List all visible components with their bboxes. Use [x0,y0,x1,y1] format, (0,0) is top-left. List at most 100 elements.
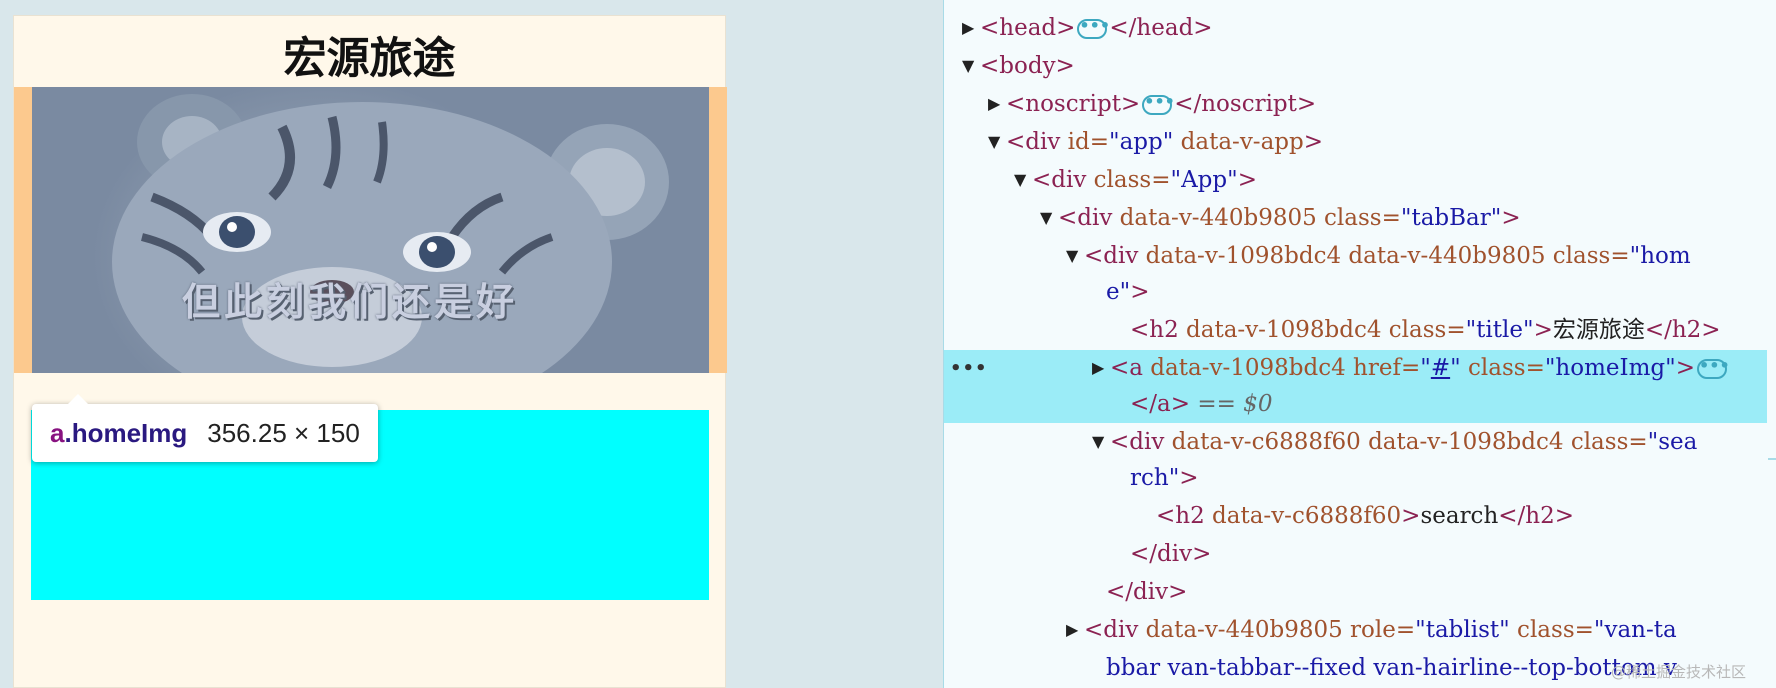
code-token: > [1237,167,1257,193]
more-options-icon[interactable]: ••• [950,358,988,379]
code-token: "title" [1465,317,1534,343]
watermark: @稀土掘金技术社区 [1610,663,1746,681]
code-token: > [1303,129,1324,155]
dom-node-div-app[interactable]: ▼ <div id="app" data-v-app> [988,124,1323,160]
code-token: data-v-1098bdc4 data-v-440b9805 class= [1145,243,1630,269]
expand-ellipsis-icon[interactable]: ••• [1077,18,1110,39]
code-token: data-v-app [1173,129,1304,155]
code-token: > [1179,465,1199,491]
image-caption: 但此刻我们还是好 [182,280,519,324]
dom-node-body[interactable]: ▼ <body> [962,48,1075,84]
code-token: > [1130,279,1150,305]
code-token: </a> [1130,391,1191,417]
code-token: <div [1032,167,1094,193]
expand-ellipsis-icon[interactable]: ••• [1142,94,1175,115]
tiger-cub-image: 但此刻我们还是好 [32,87,709,373]
code-token: > [1675,355,1695,381]
page-title: 宏源旅途 [283,34,456,84]
devtools-elements-panel: ••• ▶ <head> •••</head> ▼ <body> ▶ <noscript> •… [943,0,1776,688]
dom-node-div-home-2[interactable]: e"> [1106,274,1149,310]
expand-triangle-icon[interactable]: ▶ [988,86,1006,122]
code-token: "app" [1109,129,1174,155]
code-token: <div [1058,205,1120,231]
dom-node-div-home-1[interactable]: ▼ <div data-v-1098bdc4 data-v-440b9805 cl… [1066,238,1691,274]
code-token: data-v-1098bdc4 href= [1150,355,1421,381]
collapse-triangle-icon[interactable]: ▼ [1092,424,1110,460]
mobile-preview: 宏源旅途 但此刻我们还是好 a.homeImg 356.25 × 150 [13,15,727,688]
dom-node-div-tabbar[interactable]: ▼ <div data-v-440b9805 class="tabBar"> [1040,200,1521,236]
dom-node-close-div-search[interactable]: </div> [1130,536,1211,572]
collapse-triangle-icon[interactable]: ▼ [962,48,980,84]
tooltip-dimensions: 356.25 × 150 [207,417,360,448]
dom-node-div-tablist-2[interactable]: bbar van-tabbar--fixed van-hairline--top… [1106,650,1677,686]
collapse-triangle-icon[interactable]: ▼ [1066,238,1084,274]
code-token: <body> [980,53,1075,79]
code-token: </h2> [1498,503,1575,529]
code-token: </head> [1109,15,1213,41]
expand-triangle-icon[interactable]: ▶ [1066,612,1084,648]
tooltip-class: .homeImg [64,417,188,448]
code-token: <h2 [1156,503,1213,529]
dom-node-div-App[interactable]: ▼ <div class="App"> [1014,162,1257,198]
code-token: <head> [980,15,1076,41]
code-token: </h2> [1644,317,1721,343]
dom-node-h2-title[interactable]: <h2 data-v-1098bdc4 class="title">宏源旅途</… [1130,312,1721,348]
code-token: "sea [1647,429,1698,455]
code-token: 宏源旅途 [1552,317,1645,343]
code-token: class= [1093,167,1171,193]
code-token: class= [1460,355,1545,381]
code-token: " [1450,355,1461,381]
code-token: > [1533,317,1553,343]
code-token: data-v-1098bdc4 class= [1186,317,1466,343]
code-token: <h2 [1130,317,1187,343]
dom-node-div-tablist-1[interactable]: ▶ <div data-v-440b9805 role="tablist" cla… [1066,612,1677,648]
tiger-illustration [112,94,669,373]
expand-triangle-icon[interactable]: ▶ [962,10,980,46]
dom-node-div-search-1[interactable]: ▼ <div data-v-c6888f60 data-v-1098bdc4 cl… [1092,424,1697,460]
code-token: data-v-c6888f60 [1212,503,1402,529]
code-token: "App" [1170,167,1238,193]
code-token: id= [1067,129,1110,155]
home-image-link[interactable]: 但此刻我们还是好 [14,87,727,373]
code-token: e" [1106,279,1131,305]
code-token: > [1401,503,1421,529]
collapse-triangle-icon[interactable]: ▼ [1014,162,1032,198]
dom-node-noscript[interactable]: ▶ <noscript> •••</noscript> [988,86,1316,122]
code-token: "hom [1629,243,1691,269]
code-token: " [1420,355,1431,381]
code-token: "homeImg" [1544,355,1676,381]
expand-ellipsis-icon[interactable]: ••• [1696,358,1730,379]
code-token: <div [1110,429,1172,455]
code-token: search [1420,503,1499,529]
code-token: </noscript> [1174,91,1317,117]
scrollbar-marker[interactable] [1768,458,1776,460]
dom-node-a-homeimg-2[interactable]: </a> == $0 [1130,386,1272,422]
tooltip-selector: a.homeImg [50,418,187,449]
collapse-triangle-icon[interactable]: ▼ [988,124,1006,160]
code-token: class= [1509,617,1594,643]
expand-triangle-icon[interactable]: ▶ [1092,350,1110,386]
code-token: # [1430,355,1451,381]
code-token: > [1501,205,1521,231]
collapse-triangle-icon[interactable]: ▼ [1040,200,1058,236]
code-token: data-v-c6888f60 data-v-1098bdc4 class= [1171,429,1648,455]
dom-node-div-search-2[interactable]: rch"> [1130,460,1199,496]
dom-node-a-homeimg-1[interactable]: ▶ <a data-v-1098bdc4 href="#" class="home… [1092,350,1730,386]
code-token: "tablist" [1415,617,1510,643]
code-token: <div [1084,243,1146,269]
code-token: == $0 [1190,391,1273,417]
element-inspector-tooltip: a.homeImg 356.25 × 150 [32,394,378,462]
code-token: <div [1084,617,1146,643]
code-token: <noscript> [1006,91,1141,117]
code-token: </div> [1130,541,1212,567]
code-token: data-v-440b9805 class= [1119,205,1401,231]
code-token: <a [1110,355,1151,381]
code-token: "tabBar" [1400,205,1502,231]
code-token: bbar van-tabbar--fixed van-hairline--top… [1106,655,1677,681]
code-token: data-v-440b9805 role= [1145,617,1416,643]
code-token: "van-ta [1593,617,1677,643]
code-token: rch" [1130,465,1180,491]
dom-node-head[interactable]: ▶ <head> •••</head> [962,10,1213,46]
dom-node-close-div-home[interactable]: </div> [1106,574,1187,610]
dom-node-h2-search[interactable]: <h2 data-v-c6888f60>search</h2> [1156,498,1574,534]
